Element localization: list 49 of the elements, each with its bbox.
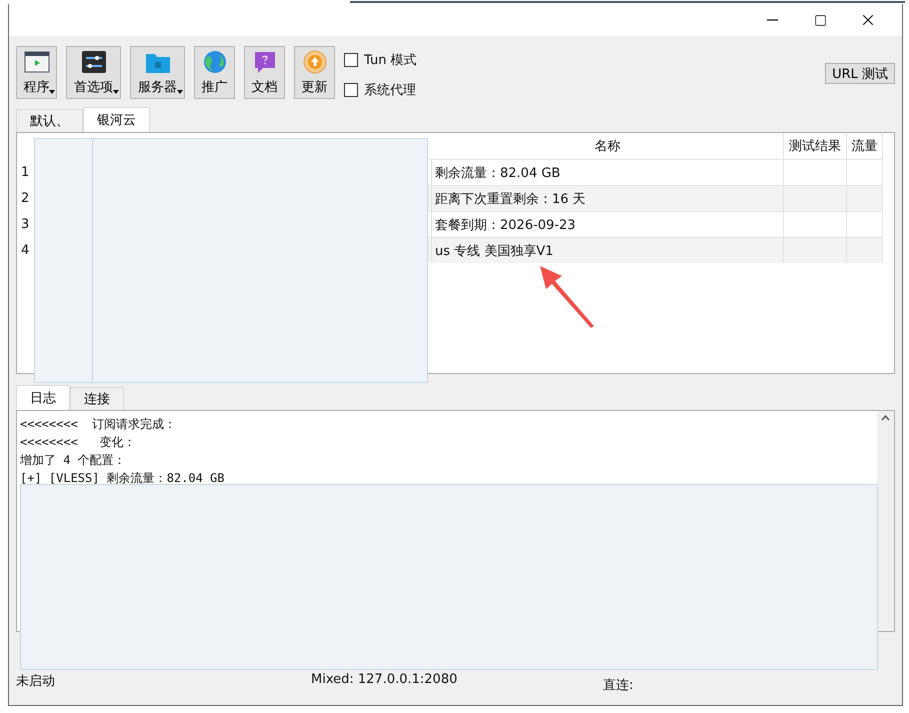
group-tab[interactable]: 默认、 (16, 109, 83, 132)
toolbar-button[interactable]: 首选项 (66, 46, 121, 99)
table-cell (784, 185, 847, 211)
toolbar-button[interactable]: 推广 (194, 46, 235, 99)
row-number: 3 (20, 216, 30, 234)
log-tab[interactable]: 日志 (16, 385, 70, 410)
minimize-icon (766, 19, 778, 21)
table-cell (784, 159, 847, 185)
toolbar-button[interactable]: 程序 (16, 46, 57, 99)
checkbox-label: 系统代理 (364, 82, 416, 99)
scrollbar[interactable] (877, 411, 894, 631)
toolbar-button[interactable]: 更新 (294, 46, 335, 99)
checkbox-label: Tun 模式 (364, 52, 417, 69)
table-cell: us 专线 美国独享V1 (432, 237, 784, 263)
table-cell (847, 211, 883, 237)
maximize-icon (814, 14, 826, 26)
update-icon (302, 50, 328, 74)
table-cell (847, 237, 883, 263)
log-line: [+] [VLESS] 剩余流量：82.04 GB (20, 470, 226, 487)
row-number: 1 (20, 164, 30, 182)
table-cell: 剩余流量：82.04 GB (432, 159, 784, 185)
checkbox[interactable] (344, 83, 358, 97)
log-tab[interactable]: 连接 (70, 387, 124, 410)
scroll-up-icon[interactable] (881, 415, 890, 421)
table-cell (847, 185, 883, 211)
table-cell (847, 159, 883, 185)
row-number: 2 (20, 190, 30, 208)
sliders-icon (80, 50, 106, 74)
log-line: <<<<<<<< 变化： (20, 434, 136, 451)
status-text: 未启动 (16, 673, 56, 691)
checkbox[interactable] (344, 53, 358, 67)
toolbar-button[interactable]: 服务器 (130, 46, 185, 99)
table-cell: 套餐到期：2026-09-23 (432, 211, 784, 237)
table-cell (784, 211, 847, 237)
log-line: <<<<<<<< 订阅请求完成： (20, 416, 178, 433)
direct-text: 直连: (603, 677, 634, 695)
row-number: 4 (20, 242, 30, 260)
table-cell (784, 237, 847, 263)
table-cell: 距离下次重置剩余：16 天 (432, 185, 784, 211)
mixed-port-text: Mixed: 127.0.0.1:2080 (311, 672, 458, 689)
caret-icon (49, 90, 55, 94)
toolbar-button[interactable]: 文档 (244, 46, 285, 99)
group-tab[interactable]: 银河云 (83, 107, 150, 132)
url-test-button[interactable]: URL 测试 (825, 63, 895, 84)
globe-icon (202, 50, 228, 74)
caret-icon (177, 90, 183, 94)
log-line: 增加了 4 个配置： (20, 452, 127, 469)
caret-icon (113, 90, 119, 94)
window-play-icon (24, 50, 50, 74)
